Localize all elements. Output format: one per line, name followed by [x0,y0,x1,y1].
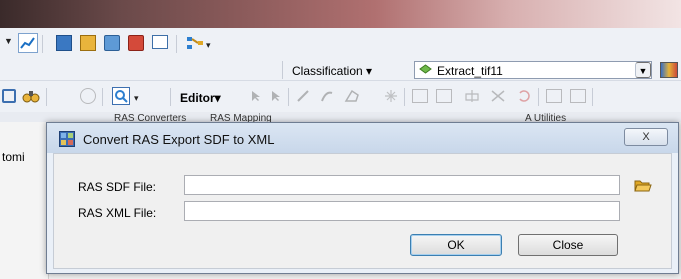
sdf-file-label: RAS SDF File: [78,180,157,194]
dialog-title: Convert RAS Export SDF to XML [83,132,275,147]
xml-file-input[interactable] [184,201,620,221]
draw-icon[interactable] [296,89,310,103]
separator [176,35,177,53]
table-icon[interactable] [436,89,452,103]
sketch-icon[interactable] [270,90,284,102]
separator [282,61,283,79]
report-icon[interactable] [80,35,96,51]
separator [288,88,289,106]
separator [102,88,103,106]
separator [170,88,171,106]
toolbar-options-icon[interactable]: ▾ [206,40,211,51]
hierarchy-icon[interactable] [2,89,16,103]
edit-pointer-icon[interactable] [250,90,262,102]
undo-icon[interactable] [516,89,532,103]
open-folder-icon[interactable] [634,177,652,193]
map-icon[interactable] [128,35,144,51]
layer-icon[interactable] [80,88,96,104]
pane-tab-label[interactable]: tomi [2,150,25,164]
layer-icon [419,64,432,76]
editor-menu[interactable]: Editor▾ [180,91,221,105]
close-button[interactable]: Close [518,234,618,256]
editor-toolbar: ▾ Editor▾ [0,80,681,113]
dropdown-icon[interactable]: ▼ [4,36,13,46]
separator [538,88,539,106]
layer-select[interactable]: Extract_tif11 ▼ [414,61,652,79]
chevron-down-icon[interactable]: ▼ [635,62,651,78]
binoculars-icon[interactable] [22,87,40,105]
chart-icon[interactable] [18,33,38,53]
separator [592,88,593,106]
ok-button[interactable]: OK [410,234,502,256]
graph-icon[interactable] [104,35,120,51]
sdf-file-input[interactable] [184,175,620,195]
separator [404,88,405,106]
split-icon[interactable] [464,89,480,103]
separator [46,88,47,106]
background-strip [0,0,681,28]
zoom-icon[interactable] [112,87,130,105]
toolbar-options-icon[interactable]: ▾ [134,93,139,104]
xml-file-label: RAS XML File: [78,206,157,220]
close-icon[interactable]: X [624,128,668,146]
classification-menu[interactable]: Classification ▾ [292,64,372,78]
split-icon[interactable] [344,89,362,103]
dialog-body: RAS SDF File: RAS XML File: OK Close [53,153,672,269]
separator [42,35,43,53]
table-of-contents-pane [0,122,49,279]
attributes-icon[interactable] [546,89,562,103]
table-icon[interactable] [56,35,72,51]
flowchart-icon[interactable] [186,36,204,50]
rotate-icon[interactable] [490,89,506,103]
convert-ras-dialog: Convert RAS Export SDF to XML X RAS SDF … [46,122,679,274]
window-icon[interactable] [152,35,168,49]
standard-toolbar: ▼ ▾ [0,28,681,61]
dialog-title-bar[interactable]: Convert RAS Export SDF to XML X [47,123,678,153]
ras-toolbar-strip [0,112,681,122]
vertex-icon[interactable] [320,89,334,103]
color-ramp-icon[interactable] [660,62,678,78]
reshape-icon[interactable] [384,89,398,103]
app-icon [59,131,75,147]
sketch-properties-icon[interactable] [570,89,586,103]
layer-select-value: Extract_tif11 [437,64,503,78]
topology-icon[interactable] [412,89,428,103]
